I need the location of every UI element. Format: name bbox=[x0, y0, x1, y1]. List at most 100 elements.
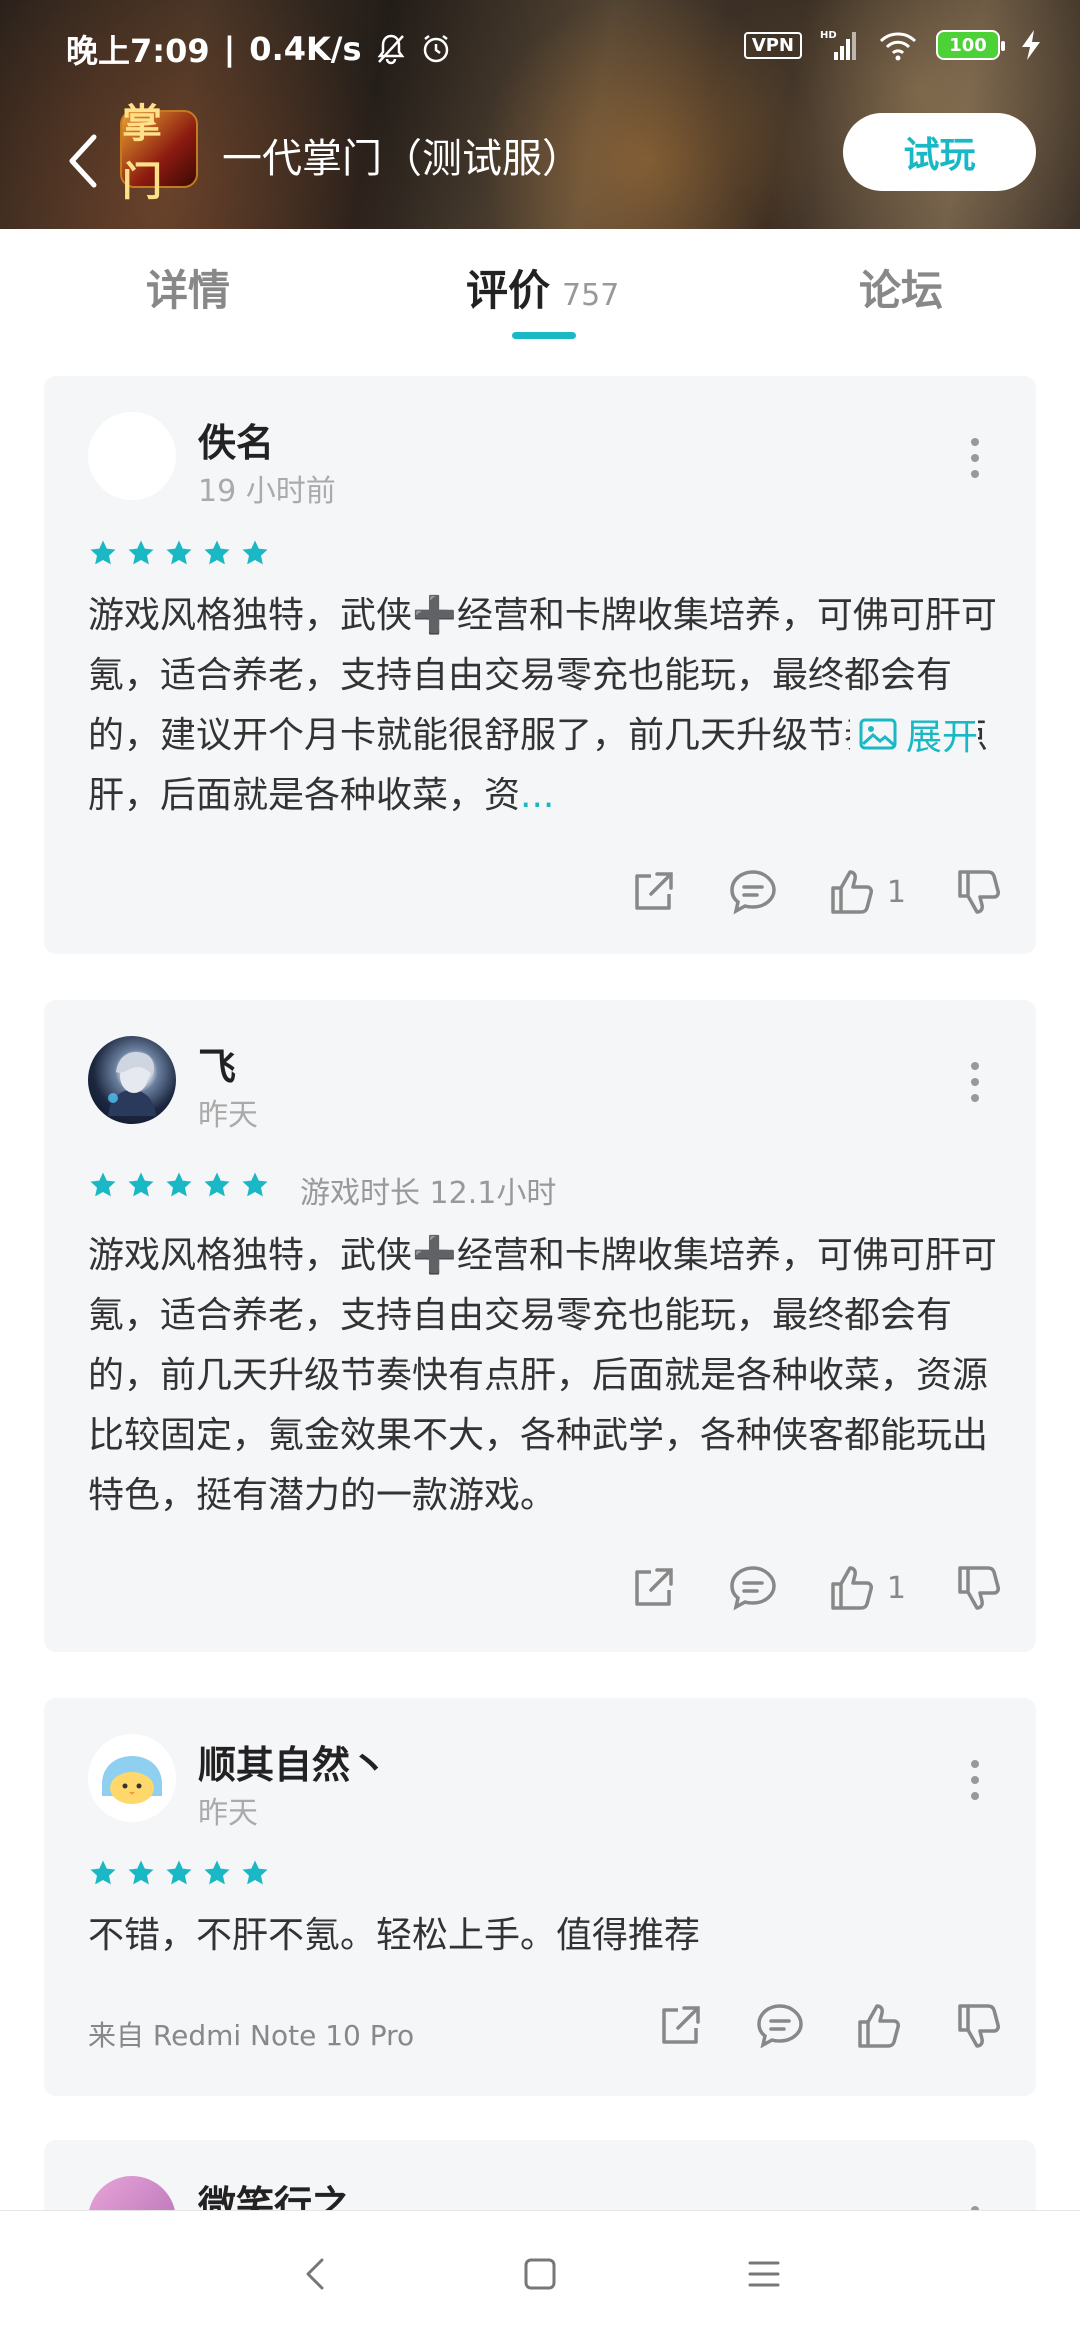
menu-icon bbox=[748, 2261, 780, 2286]
thumbs-up-icon bbox=[858, 2004, 900, 2048]
app-bar: 掌门 一代掌门（测试服） 试玩 bbox=[0, 100, 1080, 210]
app-title: 一代掌门（测试服） bbox=[222, 136, 582, 182]
like-button[interactable]: 1 bbox=[827, 1562, 906, 1614]
system-navigation-bar bbox=[0, 2210, 1080, 2340]
review-card: 顺其自然丶 昨天 不错，不肝不氪。轻松上手。值得推荐 来自 Redmi Note… bbox=[44, 1698, 1036, 2096]
app-header: 晚上7:09 | 0.4K/s VPN HD 100 掌门 一代掌门（测试服） … bbox=[0, 0, 1080, 229]
star-icon bbox=[204, 540, 230, 565]
comment-button[interactable] bbox=[754, 2000, 806, 2052]
charging-icon bbox=[1022, 30, 1040, 60]
nav-menu-button[interactable] bbox=[742, 2252, 786, 2300]
try-play-button[interactable]: 试玩 bbox=[843, 113, 1036, 191]
star-icon bbox=[128, 1860, 154, 1885]
avatar[interactable] bbox=[88, 1036, 176, 1124]
comment-icon bbox=[757, 2004, 803, 2049]
reviewer-name[interactable]: 顺其自然丶 bbox=[198, 1734, 388, 1789]
review-count: 757 bbox=[562, 278, 620, 313]
tab-reviews-label: 评价 bbox=[466, 266, 551, 315]
avatar[interactable] bbox=[88, 1734, 176, 1822]
more-options-button[interactable] bbox=[968, 438, 982, 478]
chevron-left-icon bbox=[306, 2258, 324, 2289]
dislike-button[interactable] bbox=[954, 1562, 1006, 1614]
status-time: 晚上7:09 bbox=[66, 32, 210, 70]
thumbs-up-icon bbox=[831, 1566, 873, 1610]
star-icon bbox=[128, 1172, 154, 1197]
rating-stars bbox=[88, 1170, 270, 1200]
review-text[interactable]: 游戏风格独特，武侠➕经营和卡牌收集培养，可佛可肝可氪，适合养老，支持自由交易零充… bbox=[88, 1226, 1000, 1526]
rating-stars bbox=[88, 538, 270, 568]
device-source: 来自 Redmi Note 10 Pro bbox=[88, 2019, 415, 2052]
comment-button[interactable] bbox=[727, 866, 779, 918]
image-icon bbox=[859, 718, 897, 750]
star-icon bbox=[204, 1860, 230, 1885]
comment-button[interactable] bbox=[727, 1562, 779, 1614]
review-actions bbox=[654, 2000, 1006, 2052]
star-icon bbox=[90, 1860, 116, 1885]
back-button[interactable] bbox=[58, 128, 108, 194]
review-text[interactable]: 游戏风格独特，武侠➕经营和卡牌收集培养，可佛可肝可氪，适合养老，支持自由交易零充… bbox=[88, 586, 1000, 826]
comment-icon bbox=[730, 870, 776, 915]
rating-stars bbox=[88, 1858, 270, 1888]
signal-icon: HD bbox=[820, 30, 856, 60]
like-count: 1 bbox=[886, 1570, 906, 1606]
avatar-chick bbox=[92, 1738, 172, 1818]
playtime: 游戏时长 12.1小时 bbox=[300, 1176, 557, 1211]
like-count: 1 bbox=[886, 874, 906, 910]
share-icon bbox=[662, 2006, 700, 2044]
review-time: 昨天 bbox=[198, 1098, 258, 1133]
like-button[interactable]: 1 bbox=[827, 866, 906, 918]
review-time: 19 小时前 bbox=[198, 474, 336, 509]
tab-reviews[interactable]: 评价 757 bbox=[466, 257, 619, 318]
share-button[interactable] bbox=[627, 1562, 679, 1614]
review-actions: 1 bbox=[627, 1562, 1006, 1614]
comment-icon bbox=[730, 1566, 776, 1611]
review-card: 佚名 19 小时前 游戏风格独特，武侠➕经营和卡牌收集培养，可佛可肝可氪，适合养… bbox=[44, 376, 1036, 954]
ellipsis: ... bbox=[520, 775, 555, 816]
tab-forum[interactable]: 论坛 bbox=[859, 257, 943, 318]
star-icon bbox=[166, 1172, 192, 1197]
thumbs-up-icon bbox=[831, 870, 873, 914]
share-icon bbox=[635, 1568, 673, 1606]
wifi-icon bbox=[879, 32, 917, 61]
share-icon bbox=[635, 872, 673, 910]
more-options-button[interactable] bbox=[968, 1760, 982, 1800]
square-icon bbox=[524, 2258, 556, 2289]
reviewer-name[interactable]: 飞 bbox=[198, 1036, 236, 1091]
star-icon bbox=[166, 1860, 192, 1885]
dislike-button[interactable] bbox=[954, 866, 1006, 918]
star-icon bbox=[90, 1172, 116, 1197]
star-icon bbox=[90, 540, 116, 565]
thumbs-down-icon bbox=[958, 1566, 1000, 1610]
nav-back-button[interactable] bbox=[294, 2252, 338, 2300]
status-bar: 晚上7:09 | 0.4K/s VPN HD 100 bbox=[0, 0, 1080, 95]
avatar[interactable] bbox=[88, 412, 176, 500]
star-icon bbox=[242, 1172, 268, 1197]
nav-home-button[interactable] bbox=[518, 2252, 562, 2300]
more-options-button[interactable] bbox=[968, 1062, 982, 1102]
tab-indicator bbox=[512, 332, 576, 339]
battery-indicator: 100 bbox=[936, 30, 1005, 60]
share-button[interactable] bbox=[654, 2000, 706, 2052]
star-icon bbox=[242, 1860, 268, 1885]
app-icon: 掌门 bbox=[120, 100, 198, 205]
svg-text:HD: HD bbox=[820, 30, 837, 41]
network-speed: 0.4K/s bbox=[249, 30, 362, 68]
tab-details[interactable]: 详情 bbox=[146, 257, 230, 318]
review-card: 飞 昨天 游戏时长 12.1小时 游戏风格独特，武侠➕经营和卡牌收集培养，可佛可… bbox=[44, 1000, 1036, 1652]
like-button[interactable] bbox=[854, 2000, 906, 2052]
star-icon bbox=[166, 540, 192, 565]
thumbs-down-icon bbox=[958, 2004, 1000, 2048]
review-text[interactable]: 不错，不肝不氪。轻松上手。值得推荐 bbox=[88, 1906, 1000, 1966]
star-icon bbox=[204, 1172, 230, 1197]
mute-bell-icon bbox=[377, 34, 405, 65]
thumbs-down-icon bbox=[958, 870, 1000, 914]
dislike-button[interactable] bbox=[954, 2000, 1006, 2052]
expand-button[interactable]: 展开 bbox=[850, 708, 979, 760]
review-time: 昨天 bbox=[198, 1796, 258, 1831]
alarm-icon bbox=[423, 35, 448, 63]
reviewer-name[interactable]: 佚名 bbox=[198, 412, 274, 467]
avatar-portrait bbox=[108, 1052, 156, 1116]
share-button[interactable] bbox=[627, 866, 679, 918]
chevron-left-icon bbox=[69, 134, 97, 188]
tab-bar: 详情 评价 757 论坛 bbox=[0, 229, 1080, 349]
